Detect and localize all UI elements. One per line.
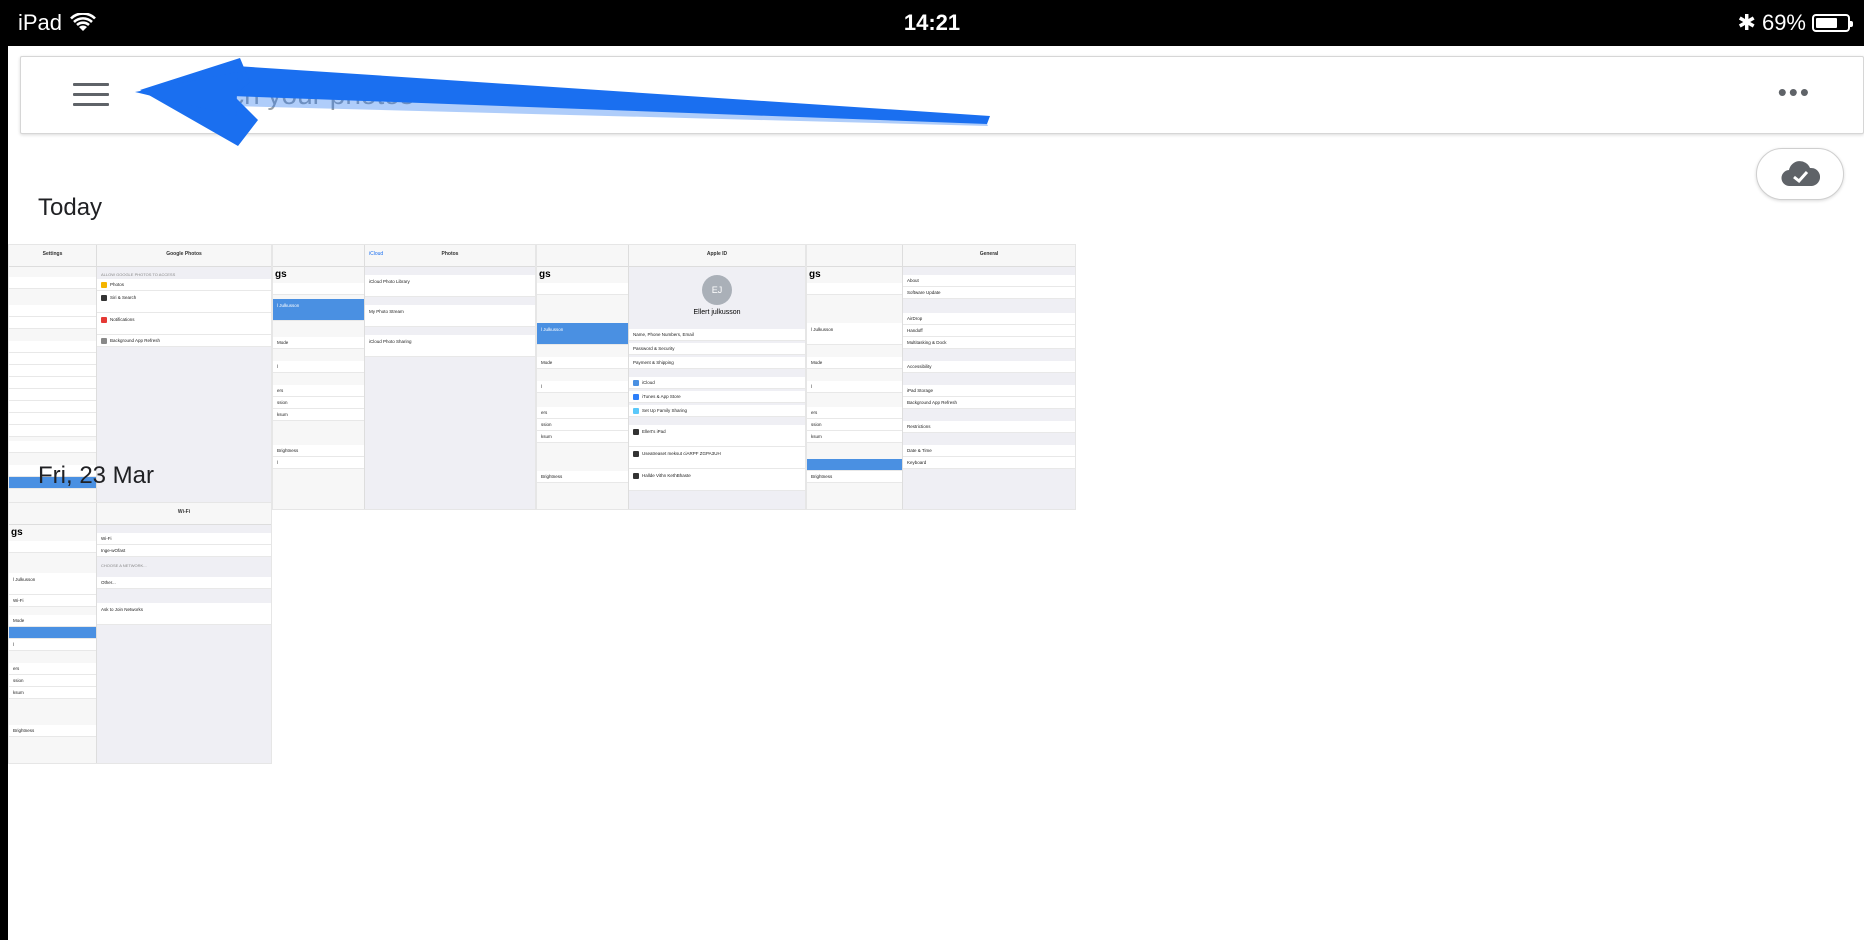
status-bar: iPad 14:21 ✱ 69% [0,0,1864,46]
section-title-fri-23-mar: Fri, 23 Mar [38,462,155,489]
bluetooth-icon: ✱ [1737,10,1756,35]
photo-left-title: Settings [42,251,63,257]
menu-icon[interactable] [73,81,109,109]
search-input[interactable]: Search your photos [171,79,414,111]
photo-thumbnail[interactable]: gs l Julkusson Mode l ers ssion ksum Bri… [806,244,1076,510]
section-title-today: Today [38,194,103,221]
avatar: EJ [702,275,732,305]
cloud-backup-button[interactable] [1756,148,1844,200]
battery-percent: 69% [1761,10,1806,35]
photo-thumbnail[interactable]: gs l Julkusson Wi-Fi Mode l ers ssion ks… [8,502,272,764]
battery-icon [1812,14,1853,32]
photo-right-title: Google Photos [166,251,202,257]
status-bar-right: ✱ 69% [1737,10,1853,36]
status-time: 14:21 [903,10,961,35]
battery-fill [1816,18,1837,28]
cloud-check-icon [1781,161,1820,187]
search-bar[interactable]: Search your photos ••• [20,56,1864,134]
more-icon[interactable]: ••• [1778,77,1811,108]
photos-app: Search your photos ••• Today Settings Go… [0,46,1864,940]
photo-thumbnail[interactable]: gs l Julkusson Mode l ers ssion ksum Bri… [272,244,536,510]
left-edge [0,46,8,940]
photo-thumbnail[interactable]: gs l Julkusson Mode l ers ssion ksum Bri… [536,244,806,510]
photo-caption: ALLOW GOOGLE PHOTOS TO ACCESS [101,272,176,277]
